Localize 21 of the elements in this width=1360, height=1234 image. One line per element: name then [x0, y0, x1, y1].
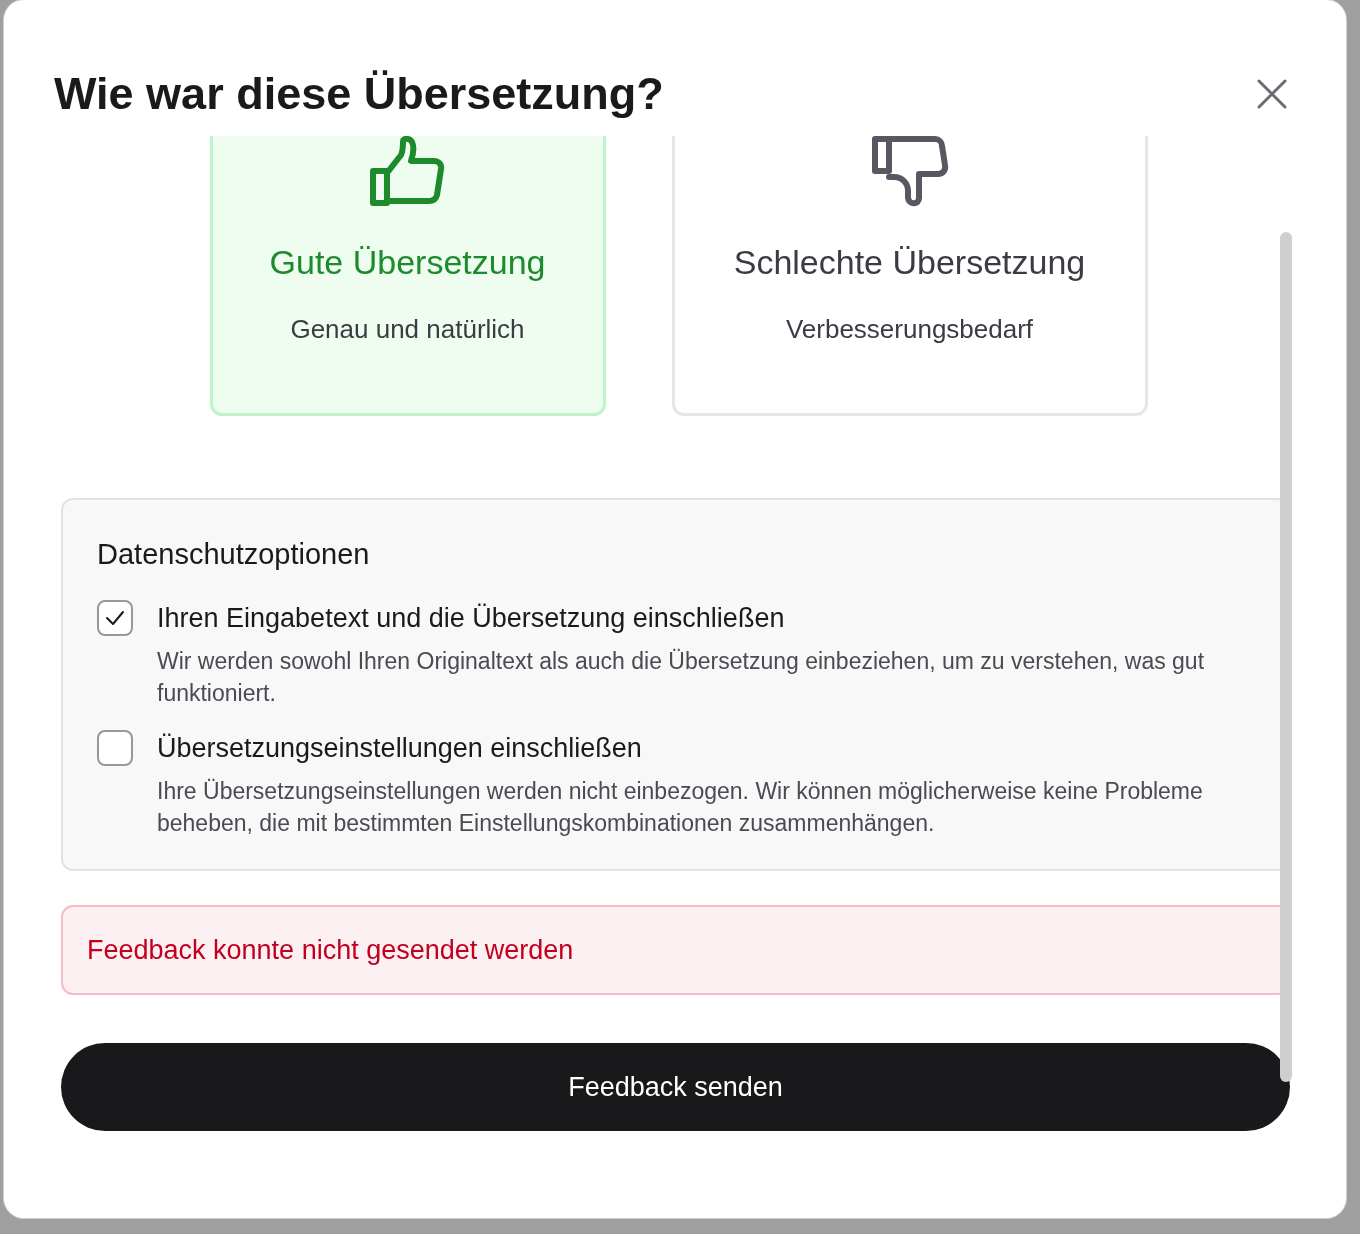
- checkbox[interactable]: [97, 730, 133, 766]
- checkbox[interactable]: [97, 600, 133, 636]
- thumbs-up-icon: [368, 136, 447, 209]
- option-label: Ihren Eingabetext und die Übersetzung einschließen: [157, 602, 786, 635]
- option-description: Ihre Übersetzungseinstellungen werden nicht einbezogen. Wir können möglicherweise keine Probleme beheben, die mit bestimmten Einstellungskombinationen zusammenhängen.: [157, 777, 1204, 838]
- rating-card[interactable]: Gute Übersetzung Genau und natürlich: [209, 136, 606, 416]
- thumbs-down-icon: [870, 136, 949, 209]
- scrollbar[interactable]: [1280, 232, 1292, 1082]
- send-feedback-button[interactable]: Feedback senden: [61, 1043, 1290, 1131]
- check-icon: [105, 610, 125, 626]
- rating-subtitle: Verbesserungsbedarf: [785, 314, 1034, 345]
- close-button[interactable]: [1256, 78, 1288, 110]
- option-description: Wir werden sowohl Ihren Originaltext als auch die Übersetzung einbeziehen, um zu verstehen, was gut funktioniert.: [157, 647, 1206, 708]
- dialog-title: Wie war diese Übersetzung?: [54, 68, 664, 120]
- close-icon: [1256, 78, 1288, 110]
- rating-title: Schlechte Übersetzung: [733, 243, 1086, 282]
- rating-title: Gute Übersetzung: [269, 243, 546, 282]
- option-label: Übersetzungseinstellungen einschließen: [157, 732, 643, 765]
- privacy-heading: Datenschutzoptionen: [97, 538, 371, 571]
- rating-card[interactable]: Schlechte Übersetzung Verbesserungsbedarf: [671, 136, 1148, 416]
- rating-subtitle: Genau und natürlich: [290, 314, 525, 345]
